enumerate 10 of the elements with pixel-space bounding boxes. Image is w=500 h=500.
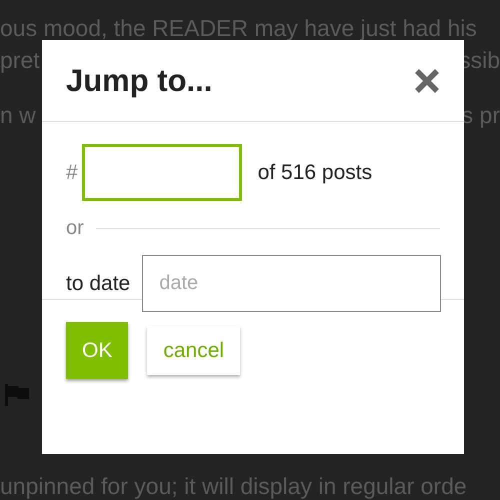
ok-button[interactable]: OK <box>66 322 128 379</box>
or-label: or <box>66 216 84 241</box>
dialog-title: Jump to... <box>66 62 212 100</box>
post-number-field[interactable] <box>82 144 242 201</box>
date-label: to date <box>66 270 130 297</box>
hash-label: # <box>66 160 78 186</box>
cancel-button[interactable]: cancel <box>147 326 240 375</box>
close-button[interactable] <box>414 68 440 94</box>
date-field[interactable]: date <box>142 255 442 312</box>
post-count-text: of 516 posts <box>258 160 372 186</box>
